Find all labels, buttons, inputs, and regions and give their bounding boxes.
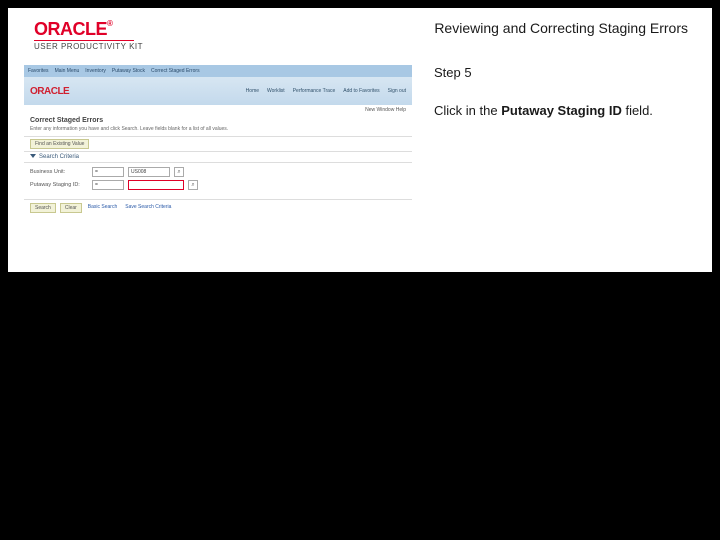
find-row: Find an Existing Value (24, 136, 412, 152)
step-label: Step 5 (434, 65, 694, 80)
brand-block: ORACLE® USER PRODUCTIVITY KIT (34, 20, 143, 51)
tab-signout: Sign out (388, 88, 406, 94)
form-footer: Search Clear Basic Search Save Search Cr… (24, 200, 412, 216)
header-tabs: Home Worklist Performance Trace Add to F… (246, 88, 406, 94)
section-label: Search Criteria (39, 154, 79, 160)
label-business-unit: Business Unit: (30, 169, 88, 175)
instruction-panel: Step 5 Click in the Putaway Staging ID f… (434, 65, 694, 243)
crumb: Correct Staged Errors (151, 68, 200, 74)
page-title: Correct Staged Errors (24, 113, 412, 126)
form-row-business-unit: Business Unit: = US008 ⌕ (30, 167, 406, 177)
step-suffix: field. (622, 103, 653, 118)
chevron-down-icon (30, 154, 36, 158)
slide-content: ORACLE® USER PRODUCTIVITY KIT Reviewing … (8, 8, 712, 272)
op-business-unit: = (92, 167, 124, 177)
breadcrumb: Favorites Main Menu Inventory Putaway St… (24, 65, 412, 77)
tab-worklist: Worklist (267, 88, 285, 94)
product-line: USER PRODUCTIVITY KIT (34, 42, 143, 51)
op-putaway-id: = (92, 180, 124, 190)
header-row: ORACLE® USER PRODUCTIVITY KIT Reviewing … (8, 8, 712, 65)
app-logo: ORACLE (30, 86, 69, 97)
tab-fav: Add to Favorites (343, 88, 379, 94)
step-text: Click in the Putaway Staging ID field. (434, 102, 694, 120)
save-search-link: Save Search Criteria (123, 203, 173, 213)
brand-name: ORACLE (34, 19, 107, 39)
crumb: Putaway Stock (112, 68, 145, 74)
app-screenshot: Favorites Main Menu Inventory Putaway St… (24, 65, 412, 243)
basic-search-link: Basic Search (86, 203, 119, 213)
search-button: Search (30, 203, 56, 213)
search-form: Business Unit: = US008 ⌕ Putaway Staging… (24, 163, 412, 200)
tab-perf: Performance Trace (293, 88, 336, 94)
content-row: Favorites Main Menu Inventory Putaway St… (8, 65, 712, 243)
crumb: Main Menu (55, 68, 80, 74)
tab-home: Home (246, 88, 259, 94)
oracle-logo: ORACLE® (34, 20, 143, 38)
form-row-putaway-id: Putaway Staging ID: = ⌕ (30, 180, 406, 190)
sub-links: New Window Help (24, 105, 412, 113)
app-header-bar: ORACLE Home Worklist Performance Trace A… (24, 77, 412, 105)
crumb: Favorites (28, 68, 49, 74)
label-putaway-id: Putaway Staging ID: (30, 182, 88, 188)
brand-tm: ® (107, 19, 112, 28)
search-criteria-header: Search Criteria (24, 152, 412, 163)
step-field-name: Putaway Staging ID (501, 103, 622, 118)
input-putaway-staging-id[interactable] (128, 180, 184, 190)
find-existing-button: Find an Existing Value (30, 139, 89, 149)
lookup-icon: ⌕ (174, 167, 184, 177)
lookup-icon: ⌕ (188, 180, 198, 190)
brand-rule (34, 40, 134, 41)
crumb: Inventory (85, 68, 106, 74)
lesson-title: Reviewing and Correcting Staging Errors (434, 20, 688, 36)
clear-button: Clear (60, 203, 82, 213)
page-desc: Enter any information you have and click… (24, 126, 412, 136)
step-prefix: Click in the (434, 103, 501, 118)
input-business-unit: US008 (128, 167, 170, 177)
